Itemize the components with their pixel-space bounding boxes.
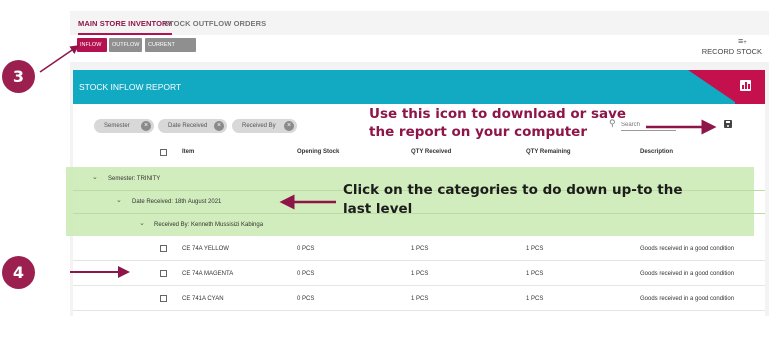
arrow-step3 [39,45,80,73]
annotation-arrows [39,45,717,278]
step-badge-3: 3 [2,60,35,93]
step-badge-4: 4 [2,256,35,289]
